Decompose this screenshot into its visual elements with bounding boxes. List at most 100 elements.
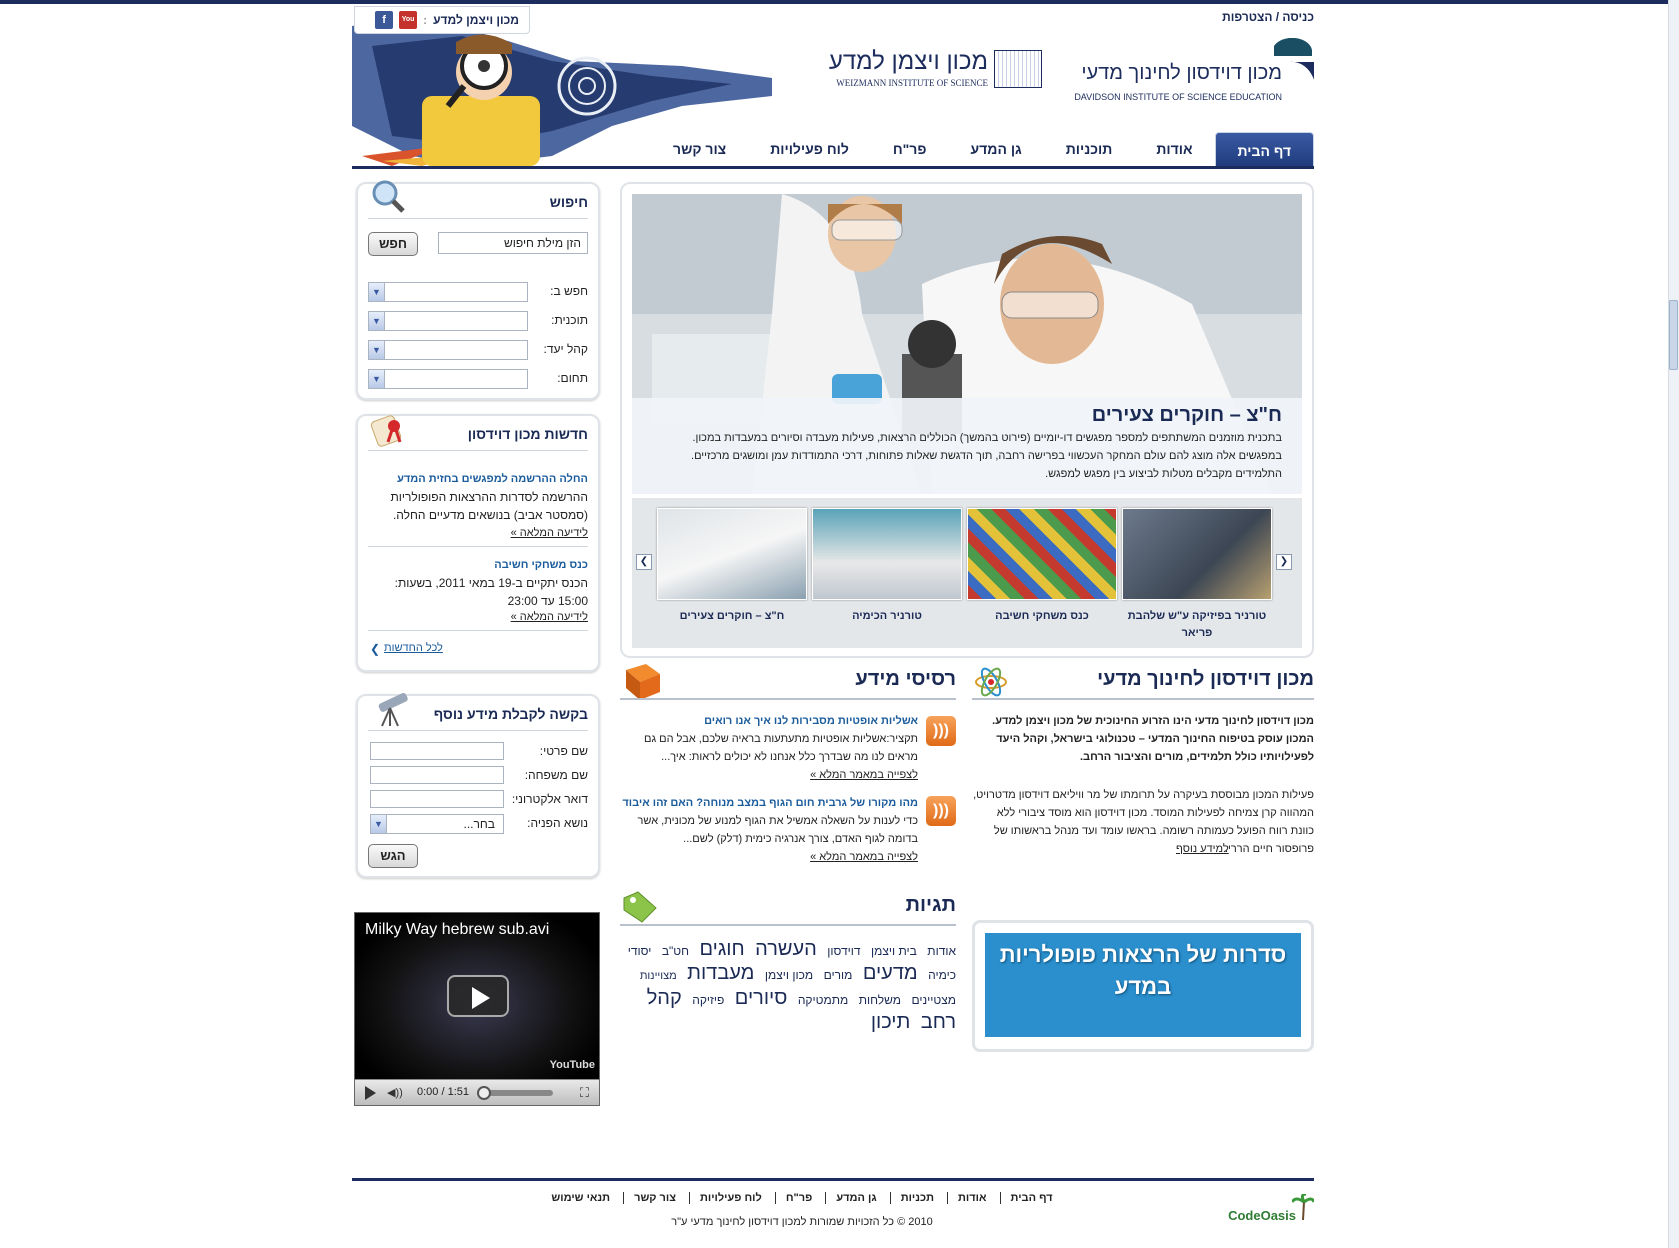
nav-science-garden[interactable]: גן המדע <box>949 134 1044 168</box>
news-more-link-1[interactable]: לידיעה המלאה » <box>368 524 588 542</box>
search-button[interactable]: חפש <box>368 232 418 256</box>
filter-program-select[interactable]: ▼ <box>368 311 528 331</box>
page-container: מכון ויצמן למדע : You f כניסה / הצטרפות … <box>352 0 1314 1248</box>
search-input[interactable]: הזן מילת חיפוש <box>438 232 588 254</box>
tag[interactable]: מדעים <box>863 962 918 984</box>
thumbnail-thinking-games[interactable] <box>967 508 1117 600</box>
nav-about[interactable]: אודות <box>1134 134 1214 168</box>
weizmann-link[interactable]: מכון ויצמן למדע <box>433 13 519 27</box>
tag[interactable]: דוידסון <box>827 944 860 958</box>
tag[interactable]: בית ויצמן <box>871 944 917 958</box>
tag[interactable]: חוגים <box>699 938 744 960</box>
tag[interactable]: חט"ב <box>662 944 689 958</box>
atom-icon <box>974 662 1008 702</box>
tag[interactable]: קהל <box>647 987 682 1009</box>
rss-more-link-2[interactable]: לצפייה במאמר המלא » <box>620 848 918 866</box>
tag[interactable]: מצטיינים <box>911 993 956 1007</box>
codeoasis-logo[interactable]: CodeOasis <box>1204 1194 1314 1224</box>
divider <box>620 924 956 926</box>
tag[interactable]: יסודי <box>628 944 652 958</box>
filter-search-in-select[interactable]: ▼ <box>368 282 528 302</box>
all-news-link[interactable]: לכל החדשות <box>384 642 443 654</box>
first-name-field[interactable] <box>370 742 504 760</box>
prev-arrow-icon[interactable]: ❮ <box>636 554 652 570</box>
news-headline-2[interactable]: כנס משחקי חשיבה <box>368 556 588 574</box>
footer-link-science-garden[interactable]: גן המדע <box>825 1192 887 1204</box>
submit-request-button[interactable]: הגש <box>368 844 418 868</box>
fullscreen-icon[interactable]: ⛶ <box>580 1085 589 1101</box>
telescope-icon <box>370 688 412 728</box>
footer-link-home[interactable]: דף הבית <box>999 1192 1063 1204</box>
volume-icon[interactable]: ◀)) <box>387 1086 403 1099</box>
rss-icon[interactable]: ))) <box>926 796 956 826</box>
nav-perach[interactable]: פר"ח <box>871 134 949 168</box>
tag[interactable]: מצויינות <box>640 970 677 982</box>
video-player[interactable]: Milky Way hebrew sub.avi YouTube ◀)) 0:0… <box>354 912 600 1106</box>
filter-audience-select[interactable]: ▼ <box>368 340 528 360</box>
hero-title[interactable]: ח"צ – חוקרים צעירים <box>652 404 1282 427</box>
filter-label-program: תוכנית: <box>551 313 588 327</box>
subject-select[interactable]: ▼ בחר... <box>370 814 504 834</box>
filter-field-select[interactable]: ▼ <box>368 369 528 389</box>
thumbnail-caption-2[interactable]: כנס משחקי חשיבה <box>967 608 1117 625</box>
next-arrow-icon[interactable]: ❯ <box>1276 554 1292 570</box>
youtube-icon[interactable]: You <box>399 11 418 29</box>
tag[interactable]: מכון ויצמן <box>765 968 813 982</box>
scrollbar[interactable] <box>1668 0 1679 1248</box>
footer-link-about[interactable]: אודות <box>947 1192 997 1204</box>
thumbnail-caption-1[interactable]: טורניר בפיזיקה ע"ש שלהבת פריאר <box>1122 608 1272 642</box>
thumbnail-caption-3[interactable]: טורניר הכימיה <box>812 608 962 625</box>
footer-link-contact[interactable]: צור קשר <box>623 1192 686 1204</box>
about-paragraph-2: פעילות המכון מבוססת בעיקרה על תרומתו של … <box>973 789 1314 855</box>
tag[interactable]: רחב <box>921 1011 956 1033</box>
hero-image[interactable]: ח"צ – חוקרים צעירים בתכנית מוזמנים המשתת… <box>632 194 1302 494</box>
rss-icon[interactable]: ))) <box>926 716 956 746</box>
divider <box>620 698 956 700</box>
thumbnail-chemistry-tournament[interactable] <box>812 508 962 600</box>
thumbnail-physics-tournament[interactable] <box>1122 508 1272 600</box>
rss-more-link-1[interactable]: לצפייה במאמר המלא » <box>620 766 918 784</box>
email-field[interactable] <box>370 790 504 808</box>
video-progress-track[interactable] <box>477 1086 553 1100</box>
facebook-icon[interactable]: f <box>375 11 394 29</box>
news-headline-1[interactable]: החלה ההרשמה למפגשים בחזית המדע <box>368 470 588 488</box>
tag[interactable]: כימיה <box>928 968 956 982</box>
footer-link-perach[interactable]: פר"ח <box>774 1192 823 1204</box>
youtube-logo[interactable]: YouTube <box>550 1059 595 1071</box>
divider <box>368 546 588 547</box>
nav-programs[interactable]: תוכניות <box>1044 134 1135 168</box>
last-name-field[interactable] <box>370 766 504 784</box>
tag[interactable]: מורים <box>824 968 853 982</box>
thumbnail-young-researchers[interactable] <box>657 508 807 600</box>
news-more-link-2[interactable]: לידיעה המלאה » <box>368 608 588 626</box>
about-more-link[interactable]: למידע נוסף <box>1176 840 1229 858</box>
footer-link-terms[interactable]: תנאי שימוש <box>541 1192 620 1204</box>
scroll-thumb[interactable] <box>1669 300 1678 370</box>
video-title[interactable]: Milky Way hebrew sub.avi <box>365 921 549 939</box>
thumbnail-caption-4[interactable]: ח"צ – חוקרים צעירים <box>657 608 807 625</box>
tag[interactable]: משלחות <box>859 993 901 1007</box>
rss-headline-1[interactable]: אשליות אופטיות מסבירות לנו איך אנו רואים <box>620 712 918 730</box>
tag[interactable]: תיכון <box>871 1011 911 1033</box>
tag[interactable]: מתמטיקה <box>798 993 848 1007</box>
weizmann-logo[interactable]: מכון ויצמן למדע WEIZMANN INSTITUTE OF SC… <box>820 48 1042 90</box>
tag[interactable]: אודות <box>927 944 956 958</box>
video-play-button[interactable] <box>447 975 509 1017</box>
tag[interactable]: סיורים <box>735 987 788 1009</box>
login-link[interactable]: כניסה / הצטרפות <box>1222 10 1314 24</box>
lectures-banner-text[interactable]: סדרות של הרצאות פופולריות במדע <box>985 933 1301 1037</box>
rss-headline-2[interactable]: מהו מקורו של גרבית חום הגוף במצב מנוחה? … <box>620 794 918 812</box>
footer-link-programs[interactable]: תכניות <box>889 1192 944 1204</box>
tag[interactable]: העשרה <box>755 938 817 960</box>
video-progress-handle[interactable] <box>477 1086 491 1100</box>
tag[interactable]: פיזיקה <box>692 993 724 1007</box>
nav-activities-calendar[interactable]: לוח פעילויות <box>748 134 871 168</box>
davidson-logo[interactable]: מכון דוידסון לחינוך מדעי DAVIDSON INSTIT… <box>1074 38 1314 108</box>
filter-label-audience: קהל יעד: <box>543 342 588 356</box>
play-icon[interactable] <box>365 1086 376 1100</box>
lectures-banner[interactable]: סדרות של הרצאות פופולריות במדע <box>972 920 1314 1052</box>
nav-home[interactable]: דף הבית <box>1214 132 1314 168</box>
tag[interactable]: מעבדות <box>687 962 754 984</box>
nav-contact[interactable]: צור קשר <box>651 134 748 168</box>
footer-link-activities[interactable]: לוח פעילויות <box>688 1192 772 1204</box>
